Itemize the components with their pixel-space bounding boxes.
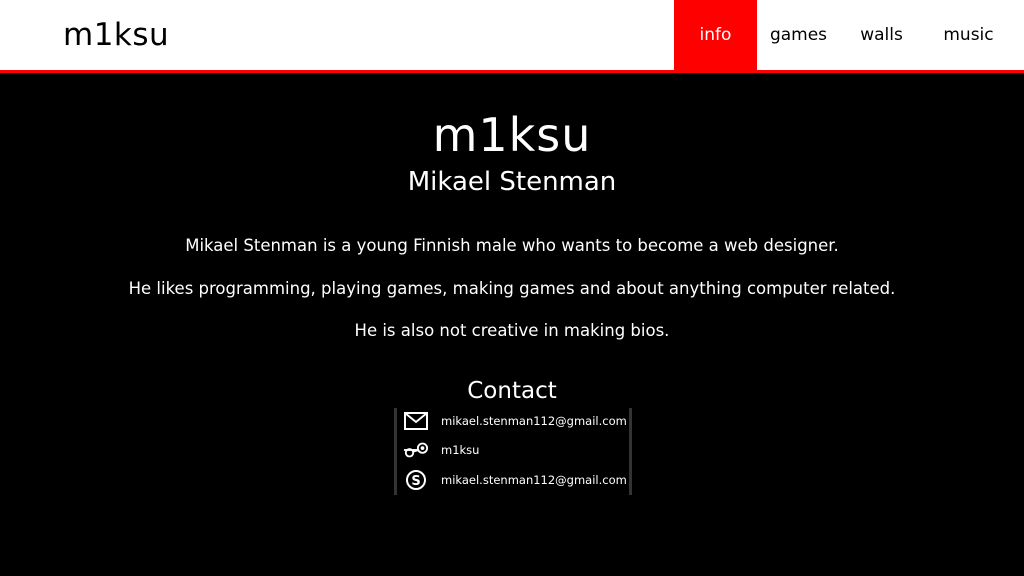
nav-item-info[interactable]: info (674, 0, 757, 70)
skype-icon: S (403, 468, 429, 492)
contact-list: mikael.stenman112@gmail.com m1ksu S mika… (394, 408, 632, 495)
bio-line: He is also not creative in making bios. (354, 321, 670, 340)
header-divider (0, 70, 1024, 73)
contact-steam-text[interactable]: m1ksu (441, 443, 479, 457)
nav-item-music[interactable]: music (923, 0, 1024, 70)
contact-item-skype[interactable]: S mikael.stenman112@gmail.com (403, 467, 631, 493)
mail-icon (403, 409, 429, 433)
profile-full-name: Mikael Stenman (407, 167, 617, 197)
contact-item-email[interactable]: mikael.stenman112@gmail.com (403, 408, 631, 434)
main-nav: info games walls music (674, 0, 1024, 70)
site-header: m1ksu info games walls music (0, 0, 1024, 70)
site-logo[interactable]: m1ksu (63, 13, 169, 57)
bio-line: Mikael Stenman is a young Finnish male w… (185, 236, 839, 255)
contact-item-steam[interactable]: m1ksu (403, 437, 631, 463)
nav-item-walls[interactable]: walls (840, 0, 923, 70)
contact-title: Contact (467, 378, 557, 404)
contact-skype-text[interactable]: mikael.stenman112@gmail.com (441, 473, 627, 487)
profile-handle: m1ksu (432, 108, 592, 162)
nav-item-games[interactable]: games (757, 0, 840, 70)
bio-line: He likes programming, playing games, mak… (128, 279, 896, 298)
contact-email-text[interactable]: mikael.stenman112@gmail.com (441, 414, 627, 428)
steam-icon (403, 438, 429, 462)
svg-text:S: S (411, 474, 420, 489)
